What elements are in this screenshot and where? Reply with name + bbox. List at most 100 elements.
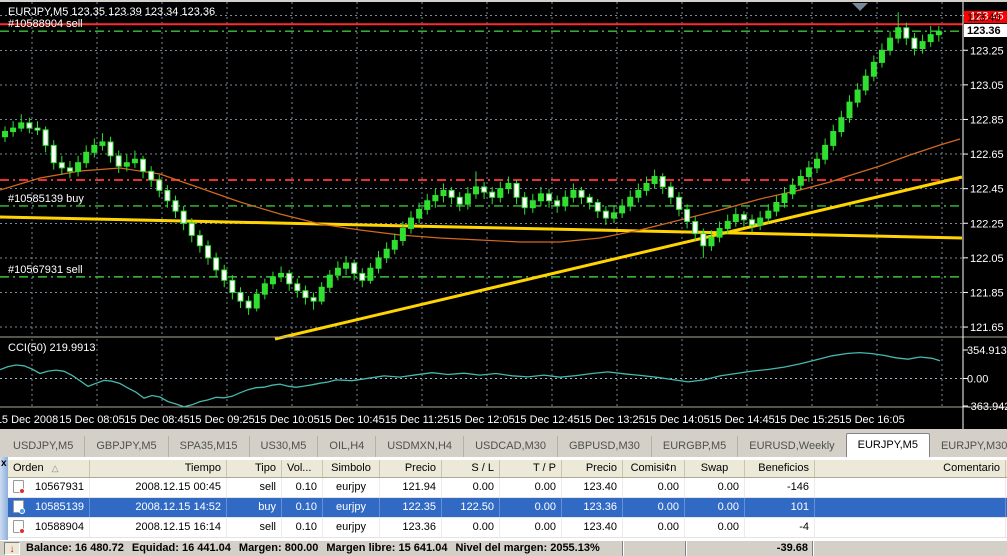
order-row[interactable]: 105679312008.12.15 00:45sell0.10eurjpy12… (8, 478, 1007, 498)
tab-gbpusd-m30[interactable]: GBPUSD,M30 (557, 436, 651, 457)
tab-us30-m5[interactable]: US30,M5 (249, 436, 318, 457)
candle (51, 145, 56, 162)
time-axis-label: 15 Dec 10:05 (254, 414, 319, 426)
candle (693, 222, 698, 234)
candle (782, 194, 787, 203)
price-axis-tick-label: 122.05 (970, 253, 1004, 265)
column-header-comisi-n[interactable]: Comisi¢n (623, 460, 685, 477)
price-axis-tick-label: 122.85 (970, 114, 1004, 126)
column-header-orden[interactable]: Orden△ (8, 460, 90, 477)
candle (879, 50, 884, 62)
time-axis-label: 15 Dec 14:45 (709, 414, 774, 426)
candle (855, 90, 860, 102)
tab-oil-h4[interactable]: OIL,H4 (317, 436, 375, 457)
order-cell: 0.10 (282, 518, 323, 537)
time-axis-label: 15 Dec 2008 (0, 414, 58, 426)
tab-eurusd-weekly[interactable]: EURUSD,Weekly (737, 436, 845, 457)
candle (92, 145, 97, 152)
candle (303, 291, 308, 298)
candle (433, 196, 438, 201)
tab-usdjpy-m5[interactable]: USDJPY,M5 (2, 436, 84, 457)
time-axis-label: 15 Dec 08:05 (59, 414, 124, 426)
candle (831, 132, 836, 146)
status-trade-icon: ↓ (4, 542, 20, 555)
order-cell: 0.10 (282, 478, 323, 497)
column-header-tiempo[interactable]: Tiempo (90, 460, 227, 477)
candle (149, 171, 154, 180)
candle (506, 183, 511, 188)
time-axis-label: 15 Dec 08:45 (124, 414, 189, 426)
column-header-tipo[interactable]: Tipo (227, 460, 282, 477)
candle (920, 42, 925, 49)
order-cell: eurjpy (323, 518, 380, 537)
sell-order-icon (13, 480, 24, 493)
order-cell (815, 498, 1006, 517)
order-row[interactable]: 105851392008.12.15 14:52buy0.10eurjpy122… (8, 498, 1007, 518)
candle (197, 235, 202, 245)
order-row[interactable]: 105889042008.12.15 16:14sell0.10eurjpy12… (8, 518, 1007, 538)
chart-window: EURJPY,M5 123.35 123.39 123.34 123.36#10… (0, 0, 1007, 429)
candle (571, 190, 576, 197)
tab-eurjpy-m30[interactable]: EURJPY,M30 (930, 436, 1007, 457)
candle (59, 163, 64, 168)
candle (579, 190, 584, 197)
cci-label: CCI(50) 219.9913 (8, 342, 95, 354)
candle (279, 273, 284, 276)
order-cell: 123.36 (562, 498, 623, 517)
candle (717, 228, 722, 237)
tab-eurgbp-m5[interactable]: EURGBP,M5 (651, 436, 737, 457)
candle (620, 206, 625, 213)
candle (76, 163, 81, 172)
candle (758, 218, 763, 225)
tab-usdmxn-h4[interactable]: USDMXN,H4 (375, 436, 463, 457)
candle (563, 197, 568, 206)
price-chart-canvas[interactable]: EURJPY,M5 123.35 123.39 123.34 123.36#10… (0, 2, 1007, 429)
candle (603, 211, 608, 218)
column-header-s-l[interactable]: S / L (442, 460, 500, 477)
candle (490, 192, 495, 197)
candle (238, 292, 243, 301)
order-cell (815, 518, 1006, 537)
candle (425, 201, 430, 210)
cci-axis-tick-label: 0.00 (967, 374, 988, 386)
time-axis-label: 15 Dec 14:05 (644, 414, 709, 426)
candle (19, 123, 24, 128)
column-header-t-p[interactable]: T / P (500, 460, 562, 477)
order-cell: 0.00 (500, 498, 562, 517)
order-cell: buy (227, 498, 282, 517)
column-header-precio[interactable]: Precio (562, 460, 623, 477)
column-header-simbolo[interactable]: Simbolo (323, 460, 380, 477)
candle (774, 202, 779, 211)
tab-gbpjpy-m5[interactable]: GBPJPY,M5 (84, 436, 167, 457)
column-header-precio[interactable]: Precio (380, 460, 442, 477)
sell-order-icon (13, 520, 24, 533)
price-axis-tick-label: 122.25 (970, 218, 1004, 230)
candle (587, 197, 592, 202)
candle (409, 218, 414, 228)
tab-usdcad-m30[interactable]: USDCAD,M30 (463, 436, 557, 457)
column-header-swap[interactable]: Swap (685, 460, 745, 477)
order-cell (815, 478, 1006, 497)
order-cell: -4 (745, 518, 815, 537)
candle (733, 215, 738, 222)
order-cell: 123.40 (562, 478, 623, 497)
column-header-vol-[interactable]: Vol... (282, 460, 323, 477)
candle (806, 168, 811, 177)
price-axis-tick-label: 121.65 (970, 322, 1004, 334)
order-cell: -146 (745, 478, 815, 497)
candle (888, 38, 893, 50)
candle (823, 145, 828, 159)
column-header-beneficios[interactable]: Beneficios (745, 460, 815, 477)
price-axis-tick-label: 123.25 (970, 45, 1004, 57)
candle (871, 62, 876, 76)
candle (636, 190, 641, 197)
column-header-comentario[interactable]: Comentario (815, 460, 1006, 477)
tab-eurjpy-m5[interactable]: EURJPY,M5 (846, 433, 930, 457)
time-axis-label: 15 Dec 15:25 (774, 414, 839, 426)
tab-spa35-m15[interactable]: SPA35,M15 (168, 436, 249, 457)
candle (839, 118, 844, 132)
candle (254, 294, 259, 308)
candle (555, 201, 560, 206)
candle (595, 202, 600, 211)
candle (815, 159, 820, 168)
